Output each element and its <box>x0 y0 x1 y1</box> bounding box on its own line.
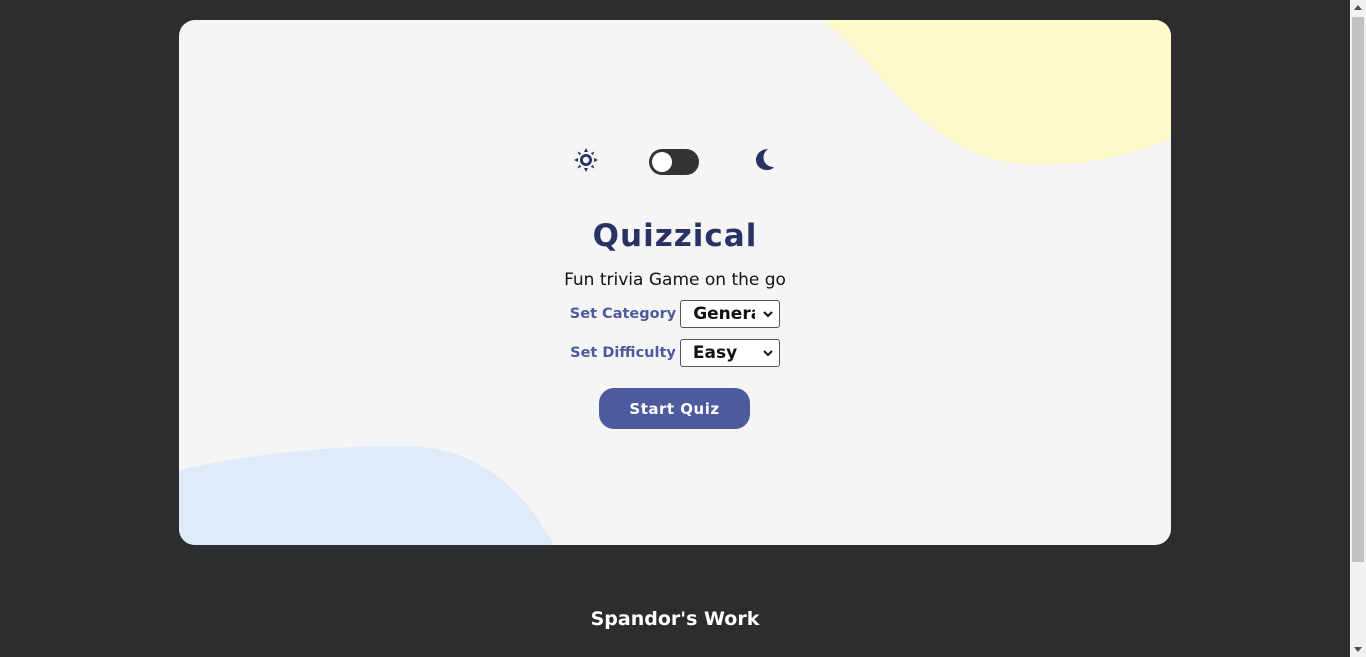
scroll-down-arrow-icon[interactable] <box>1350 641 1366 657</box>
vertical-scrollbar[interactable] <box>1350 0 1366 657</box>
toggle-knob <box>652 152 672 172</box>
chevron-down-icon <box>763 311 773 318</box>
category-label: Set Category <box>569 306 677 322</box>
start-quiz-button[interactable]: Start Quiz <box>599 388 750 429</box>
theme-switcher <box>179 133 1171 189</box>
app-subtitle: Fun trivia Game on the go <box>564 270 786 290</box>
moon-icon <box>756 149 774 170</box>
category-select[interactable]: General <box>680 300 781 328</box>
chevron-down-icon <box>763 350 773 357</box>
blue-blob <box>179 445 554 545</box>
scroll-up-arrow-icon[interactable] <box>1350 0 1366 16</box>
category-selected-value: General <box>693 304 755 324</box>
sun-icon <box>574 148 598 172</box>
footer-credit: Spandor's Work <box>590 608 760 630</box>
quiz-card: Quizzical Fun trivia Game on the go Set … <box>179 20 1171 545</box>
category-row: Set Category General <box>179 300 1171 328</box>
app-title: Quizzical <box>592 218 758 254</box>
scrollbar-thumb[interactable] <box>1352 17 1364 562</box>
difficulty-label: Set Difficulty <box>570 345 676 361</box>
page: Quizzical Fun trivia Game on the go Set … <box>0 0 1366 657</box>
theme-toggle[interactable] <box>649 149 699 175</box>
difficulty-select[interactable]: Easy <box>679 339 780 367</box>
difficulty-row: Set Difficulty Easy <box>179 339 1171 367</box>
difficulty-selected-value: Easy <box>692 343 738 363</box>
